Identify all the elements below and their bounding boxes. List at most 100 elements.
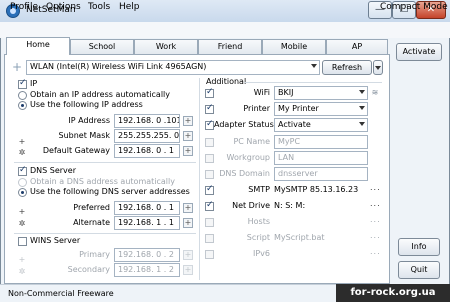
adapter-status-select-value: Activate [278,120,311,129]
preferred-dns-field[interactable]: 192.168. 0 . 1 [114,201,180,215]
column-divider [199,78,200,280]
preferred-dns-label: Preferred [73,203,110,212]
preferred-dns-add-icon[interactable]: + [183,203,193,213]
menu-profile[interactable]: Profile [10,2,38,12]
menu-bar [0,22,450,38]
default-gateway-add-icon[interactable]: + [183,146,193,156]
printer-label: Printer [243,104,270,113]
alternate-dns-add-icon[interactable]: + [183,218,193,228]
wifi-label: WiFi [253,88,270,97]
tab-ap[interactable]: AP [326,39,388,54]
ipv6-more-button[interactable]: ... [370,247,381,256]
status-text: Non-Commercial Freeware [8,289,114,298]
adapter-status-label: Adapter Status [214,120,274,129]
add-adapter-icon[interactable]: + [12,61,22,73]
adapter-status-checkbox[interactable] [205,119,214,130]
wifi-select-value: BKIJ [278,88,294,97]
secondary-wins-field[interactable]: 192.168. 1 . 2 [114,263,180,277]
script-more-button[interactable]: ... [370,231,381,240]
ip-checkbox[interactable] [18,78,27,89]
ip-auto-label: Obtain an IP address automatically [30,90,171,99]
adapter-select[interactable]: WLAN (Intel(R) Wireless WiFi Link 4965AG… [26,60,320,75]
primary-wins-add-icon[interactable]: + [183,250,193,260]
pc-name-field[interactable]: MyPC [274,135,368,149]
script-value: MyScript.bat [274,233,325,242]
adapter-status-select[interactable]: Activate [274,118,368,132]
pc-name-checkbox[interactable] [205,138,214,147]
dns-domain-field[interactable]: dnsserver [274,167,368,181]
tab-friend[interactable]: Friend [198,39,262,54]
net-drive-checkbox[interactable] [205,200,214,211]
smtp-checkbox[interactable] [205,184,214,195]
ip-address-add-icon[interactable]: + [183,116,193,126]
script-checkbox[interactable] [205,234,214,243]
subnet-mask-add-icon[interactable]: + [183,131,193,141]
refresh-button[interactable]: Refresh [322,60,372,75]
net-drive-more-button[interactable]: ... [370,199,381,208]
ip-manual-radio[interactable] [18,101,27,110]
subnet-mask-field[interactable]: 255.255.255. 0 [114,129,180,143]
smtp-more-button[interactable]: ... [370,183,381,192]
dns-domain-checkbox[interactable] [205,170,214,179]
default-gateway-label: Default Gateway [42,146,110,155]
wifi-select[interactable]: BKIJ [274,86,368,100]
tab-home[interactable]: Home [6,37,70,55]
workgroup-checkbox[interactable] [205,154,214,163]
default-gateway-field[interactable]: 192.168. 0 . 1 [114,144,180,158]
smtp-label: SMTP [248,185,270,194]
chevron-down-icon [311,64,317,68]
wins-checkbox[interactable] [18,237,27,246]
menu-help[interactable]: Help [119,2,140,12]
chevron-down-icon [359,106,365,110]
dns-manual-label: Use the following DNS server addresses [30,187,190,196]
dns-manual-radio[interactable] [18,188,27,197]
hosts-more-button[interactable]: ... [370,215,381,224]
tab-work[interactable]: Work [134,39,198,54]
dns-auto-radio[interactable] [18,178,27,187]
wins-settings-icon[interactable]: ✲ [18,268,26,276]
tab-mobile[interactable]: Mobile [262,39,326,54]
ip-address-field[interactable]: 192.168. 0 .101 [114,114,180,128]
workgroup-field[interactable]: LAN [274,151,368,165]
pc-name-label: PC Name [233,137,270,146]
ip-auto-radio[interactable] [18,91,27,100]
wifi-checkbox[interactable] [205,87,214,98]
primary-wins-field[interactable]: 192.168. 0 . 2 [114,248,180,262]
dns-header: DNS Server [30,166,76,175]
smtp-value: MySMTP 85.13.16.23 [274,185,359,194]
printer-checkbox[interactable] [205,103,214,114]
adapter-select-value: WLAN (Intel(R) Wireless WiFi Link 4965AG… [30,62,207,71]
quit-button[interactable]: Quit [398,261,440,279]
activate-button[interactable]: Activate [396,43,442,61]
printer-select[interactable]: My Printer [274,102,368,116]
menu-options[interactable]: Options [46,2,81,12]
add-gateway-icon[interactable]: + [18,138,26,146]
separator [14,233,196,234]
add-wins-icon[interactable]: + [18,256,26,264]
menu-tools[interactable]: Tools [88,2,110,12]
alternate-dns-field[interactable]: 192.168. 1 . 1 [114,216,180,230]
ip-manual-label: Use the following IP address [30,100,143,109]
net-drive-label: Net Drive [232,201,270,210]
add-dns-icon[interactable]: + [18,208,26,216]
dns-settings-icon[interactable]: ✲ [18,220,26,228]
gateway-settings-icon[interactable]: ✲ [18,149,26,157]
chevron-down-icon [375,66,381,70]
printer-select-value: My Printer [278,104,319,113]
separator [244,82,382,83]
hosts-checkbox[interactable] [205,218,214,227]
tab-school[interactable]: School [70,39,134,54]
refresh-dropdown-button[interactable] [373,60,383,75]
ip-header: IP [30,79,38,88]
wifi-signal-icon[interactable]: ≋ [371,89,379,97]
secondary-wins-add-icon[interactable]: + [183,265,193,275]
compact-mode-link[interactable]: Compact Mode [380,2,448,12]
watermark: for-rock.org.ua [336,284,450,302]
info-button[interactable]: Info [398,238,440,256]
script-label: Script [246,233,270,242]
separator [14,162,196,163]
alternate-dns-label: Alternate [73,218,110,227]
hosts-label: Hosts [247,217,270,226]
dns-checkbox[interactable] [18,165,27,176]
ipv6-checkbox[interactable] [205,250,214,259]
